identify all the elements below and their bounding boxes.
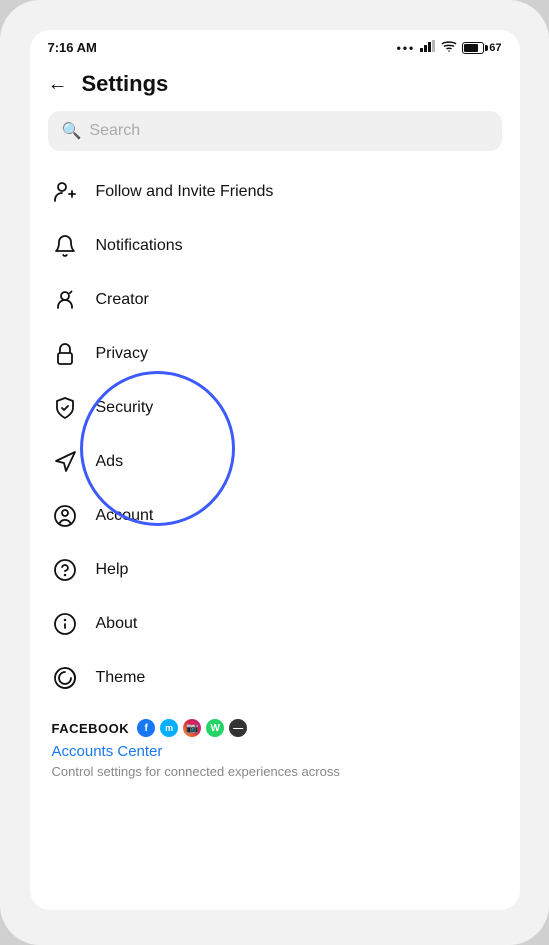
facebook-label: FACEBOOK: [52, 721, 130, 736]
search-placeholder: Search: [89, 122, 140, 140]
battery-icon: [462, 42, 484, 54]
menu-item-follow-invite[interactable]: Follow and Invite Friends: [30, 165, 520, 219]
whatsapp-icon: W: [206, 719, 224, 737]
status-bar: 7:16 AM •••: [30, 30, 520, 61]
screen: 7:16 AM •••: [30, 30, 520, 910]
wifi-icon: [441, 40, 457, 55]
menu-label-creator: Creator: [96, 291, 149, 309]
help-icon: [52, 557, 78, 583]
menu-item-creator[interactable]: Creator: [30, 273, 520, 327]
dots-icon: •••: [397, 41, 416, 55]
menu-label-follow-invite: Follow and Invite Friends: [96, 183, 274, 201]
creator-icon: [52, 287, 78, 313]
menu-item-account[interactable]: Account: [30, 489, 520, 543]
facebook-social-icons: f m 📷 W —: [137, 719, 247, 737]
menu-item-notifications[interactable]: Notifications: [30, 219, 520, 273]
instagram-icon: 📷: [183, 719, 201, 737]
account-icon: [52, 503, 78, 529]
menu-list: Follow and Invite Friends Notifications: [30, 161, 520, 910]
menu-item-ads[interactable]: Ads: [30, 435, 520, 489]
back-button[interactable]: ←: [48, 73, 68, 96]
menu-item-privacy[interactable]: Privacy: [30, 327, 520, 381]
page-title: Settings: [82, 71, 169, 97]
info-icon: [52, 611, 78, 637]
menu-item-theme[interactable]: Theme: [30, 651, 520, 705]
menu-label-about: About: [96, 615, 138, 633]
lock-icon: [52, 341, 78, 367]
header: ← Settings: [30, 61, 520, 107]
status-icons: •••: [397, 40, 502, 55]
menu-label-notifications: Notifications: [96, 237, 183, 255]
phone-frame: 7:16 AM •••: [0, 0, 549, 945]
menu-label-account: Account: [96, 507, 154, 525]
signal-icon: [420, 40, 436, 55]
menu-item-help[interactable]: Help: [30, 543, 520, 597]
menu-item-security[interactable]: Security: [30, 381, 520, 435]
facebook-f-icon: f: [137, 719, 155, 737]
shield-icon: [52, 395, 78, 421]
accounts-center-link[interactable]: Accounts Center: [52, 743, 498, 760]
theme-icon: [52, 665, 78, 691]
search-icon: 🔍: [62, 121, 82, 141]
messenger-icon: m: [160, 719, 178, 737]
ads-icon: [52, 449, 78, 475]
menu-label-help: Help: [96, 561, 129, 579]
menu-label-privacy: Privacy: [96, 345, 148, 363]
battery-level: 67: [489, 42, 501, 54]
menu-label-theme: Theme: [96, 669, 146, 687]
search-bar[interactable]: 🔍 Search: [48, 111, 502, 151]
follow-icon: [52, 179, 78, 205]
menu-label-security: Security: [96, 399, 154, 417]
facebook-section: FACEBOOK f m 📷 W — Accounts Center Contr…: [30, 705, 520, 787]
oculus-icon: —: [229, 719, 247, 737]
accounts-center-desc: Control settings for connected experienc…: [52, 764, 498, 779]
menu-label-ads: Ads: [96, 453, 124, 471]
menu-item-about[interactable]: About: [30, 597, 520, 651]
facebook-label-row: FACEBOOK f m 📷 W —: [52, 719, 498, 737]
status-time: 7:16 AM: [48, 40, 97, 55]
bell-icon: [52, 233, 78, 259]
